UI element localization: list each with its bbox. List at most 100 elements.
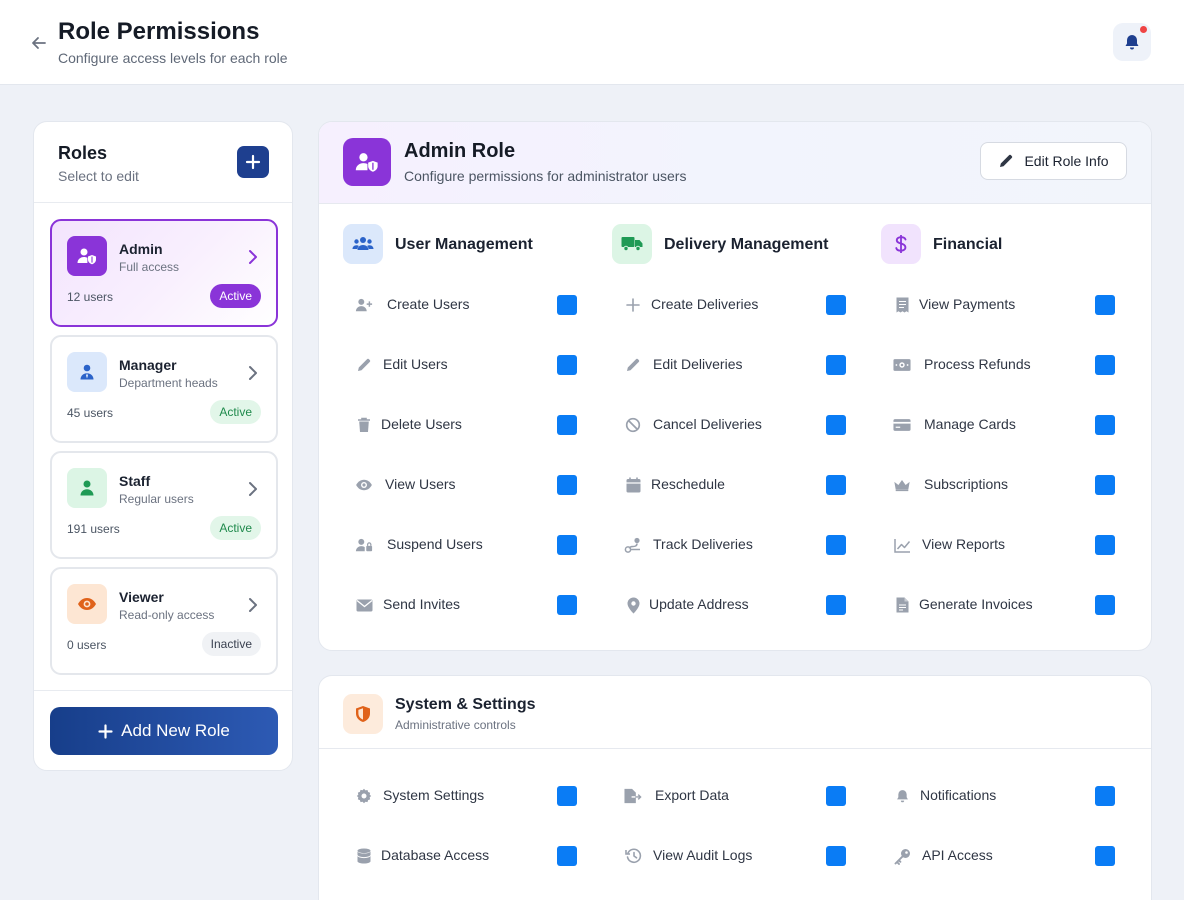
section-header: System & Settings Administrative control…: [319, 676, 1151, 749]
bell-icon: [893, 788, 911, 804]
permission-row: API Access: [881, 844, 1121, 868]
role-card-viewer[interactable]: Viewer Read-only access 0 users Inactive: [50, 567, 278, 675]
permission-row: Track Deliveries: [612, 533, 852, 557]
permission-label: Generate Invoices: [919, 596, 1033, 612]
add-new-role-button[interactable]: Add New Role: [50, 707, 278, 755]
pencil-icon: [998, 153, 1014, 169]
user-shield-icon: [343, 138, 391, 186]
permission-row: Process Refunds: [881, 353, 1121, 377]
role-card-admin[interactable]: Admin Full access 12 users Active: [50, 219, 278, 327]
permission-label: Edit Users: [383, 356, 448, 372]
bell-icon: [1123, 33, 1141, 51]
dollar-icon: [881, 224, 921, 264]
ban-icon: [624, 417, 642, 433]
chevron-right-icon: [246, 248, 260, 266]
permission-label: API Access: [922, 847, 993, 863]
permission-checkbox[interactable]: [557, 786, 577, 806]
permission-checkbox[interactable]: [1095, 295, 1115, 315]
status-badge: Active: [210, 400, 261, 424]
permission-checkbox[interactable]: [557, 535, 577, 555]
permission-checkbox[interactable]: [1095, 535, 1115, 555]
permission-label: View Reports: [922, 536, 1006, 552]
financial-column: Financial View Payments Process Refunds …: [881, 224, 1121, 615]
section-header: Delivery Management: [612, 224, 852, 266]
permission-checkbox[interactable]: [1095, 355, 1115, 375]
permission-checkbox[interactable]: [826, 535, 846, 555]
section-header: User Management: [343, 224, 583, 266]
key-icon: [893, 848, 911, 865]
permission-row: Generate Invoices: [881, 593, 1121, 617]
permission-checkbox[interactable]: [557, 415, 577, 435]
permission-checkbox[interactable]: [826, 595, 846, 615]
admin-role-header: Admin Role Configure permissions for adm…: [319, 122, 1151, 204]
permission-checkbox[interactable]: [1095, 846, 1115, 866]
status-badge: Inactive: [201, 632, 261, 656]
user-plus-icon: [355, 297, 373, 313]
permission-label: Cancel Deliveries: [653, 416, 762, 432]
permission-row: Reschedule: [612, 473, 852, 497]
section-subtitle: Administrative controls: [395, 718, 516, 732]
permission-checkbox[interactable]: [826, 846, 846, 866]
permission-checkbox[interactable]: [1095, 415, 1115, 435]
permission-label: View Audit Logs: [653, 847, 753, 863]
eye-icon: [355, 477, 373, 493]
role-card-staff[interactable]: Staff Regular users 191 users Active: [50, 451, 278, 559]
permission-label: Track Deliveries: [653, 536, 753, 552]
permission-checkbox[interactable]: [826, 295, 846, 315]
chevron-right-icon: [246, 480, 260, 498]
pencil-icon: [624, 357, 642, 373]
back-arrow-icon[interactable]: [28, 32, 50, 54]
permission-checkbox[interactable]: [557, 595, 577, 615]
role-name: Viewer: [119, 589, 164, 605]
role-card-manager[interactable]: Manager Department heads 45 users Active: [50, 335, 278, 443]
permission-row: View Users: [343, 473, 583, 497]
permission-checkbox[interactable]: [826, 786, 846, 806]
role-title: Admin Role: [404, 140, 516, 162]
permission-checkbox[interactable]: [557, 846, 577, 866]
add-role-icon-button[interactable]: [237, 146, 269, 178]
permission-checkbox[interactable]: [557, 295, 577, 315]
permission-label: View Payments: [919, 296, 1016, 312]
pencil-icon: [355, 357, 373, 373]
permission-label: View Users: [385, 476, 456, 492]
role-user-count: 12 users: [67, 290, 114, 304]
permission-checkbox[interactable]: [826, 415, 846, 435]
envelope-icon: [355, 597, 373, 613]
role-user-count: 45 users: [67, 406, 114, 420]
roles-subtitle: Select to edit: [58, 168, 139, 184]
permission-checkbox[interactable]: [1095, 475, 1115, 495]
permission-checkbox[interactable]: [557, 475, 577, 495]
map-pin-icon: [624, 597, 642, 613]
permission-checkbox[interactable]: [557, 355, 577, 375]
role-user-count: 0 users: [67, 638, 107, 652]
permission-label: Reschedule: [651, 476, 725, 492]
permission-checkbox[interactable]: [826, 475, 846, 495]
permission-checkbox[interactable]: [1095, 595, 1115, 615]
permission-checkbox[interactable]: [826, 355, 846, 375]
permission-label: Suspend Users: [387, 536, 483, 552]
roles-panel: Roles Select to edit Admin Full access 1…: [33, 121, 293, 771]
permission-row: Edit Users: [343, 353, 583, 377]
section-title: Financial: [933, 236, 1003, 253]
chevron-right-icon: [246, 596, 260, 614]
role-name: Admin: [119, 241, 163, 257]
permission-row: System Settings: [343, 784, 583, 808]
plus-icon: [245, 154, 261, 170]
permission-row: Edit Deliveries: [612, 353, 852, 377]
notifications-button[interactable]: [1113, 23, 1151, 61]
route-icon: [624, 537, 642, 553]
divider: [34, 202, 292, 203]
permission-label: Update Address: [649, 596, 749, 612]
edit-role-info-button[interactable]: Edit Role Info: [980, 142, 1127, 180]
permission-checkbox[interactable]: [1095, 786, 1115, 806]
file-invoice-icon: [893, 597, 911, 613]
permission-label: Process Refunds: [924, 356, 1031, 372]
history-icon: [624, 848, 642, 864]
roles-title: Roles: [58, 143, 108, 163]
permission-label: Database Access: [381, 847, 490, 863]
permission-row: Create Deliveries: [612, 293, 852, 317]
eye-icon: [67, 584, 107, 624]
permission-row: View Reports: [881, 533, 1121, 557]
permission-row: Cancel Deliveries: [612, 413, 852, 437]
status-badge: Active: [210, 284, 261, 308]
